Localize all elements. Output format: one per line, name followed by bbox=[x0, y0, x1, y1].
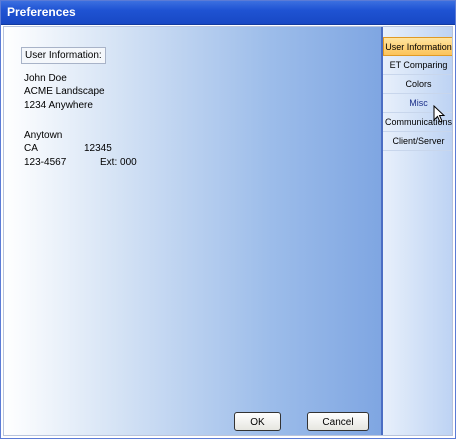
phone: 123-4567 bbox=[24, 157, 67, 168]
window-title: Preferences bbox=[7, 5, 76, 19]
city: Anytown bbox=[24, 130, 63, 141]
preferences-window: Preferences User Information: John Doe A… bbox=[0, 0, 456, 439]
section-label: User Information: bbox=[21, 47, 106, 64]
ok-button[interactable]: OK bbox=[234, 412, 281, 431]
address: 1234 Anywhere bbox=[24, 100, 93, 111]
phone-ext: Ext: 000 bbox=[100, 157, 137, 168]
tab-et-comparing[interactable]: ET Comparing bbox=[383, 56, 452, 75]
tab-client-server[interactable]: Client/Server bbox=[383, 132, 452, 151]
zip: 12345 bbox=[84, 143, 112, 154]
tab-user-information[interactable]: User Information bbox=[383, 37, 452, 56]
cancel-button[interactable]: Cancel bbox=[307, 412, 369, 431]
mouse-cursor-icon bbox=[433, 105, 446, 123]
settings-tab-list: User Information ET Comparing Colors Mis… bbox=[381, 27, 452, 435]
user-name: John Doe bbox=[24, 73, 67, 84]
user-info-panel: User Information: John Doe ACME Landscap… bbox=[4, 27, 381, 435]
tab-colors[interactable]: Colors bbox=[383, 75, 452, 94]
title-bar[interactable]: Preferences bbox=[1, 1, 455, 25]
state: CA bbox=[24, 143, 38, 154]
company-name: ACME Landscape bbox=[24, 86, 105, 97]
content-area: User Information: John Doe ACME Landscap… bbox=[3, 26, 453, 436]
